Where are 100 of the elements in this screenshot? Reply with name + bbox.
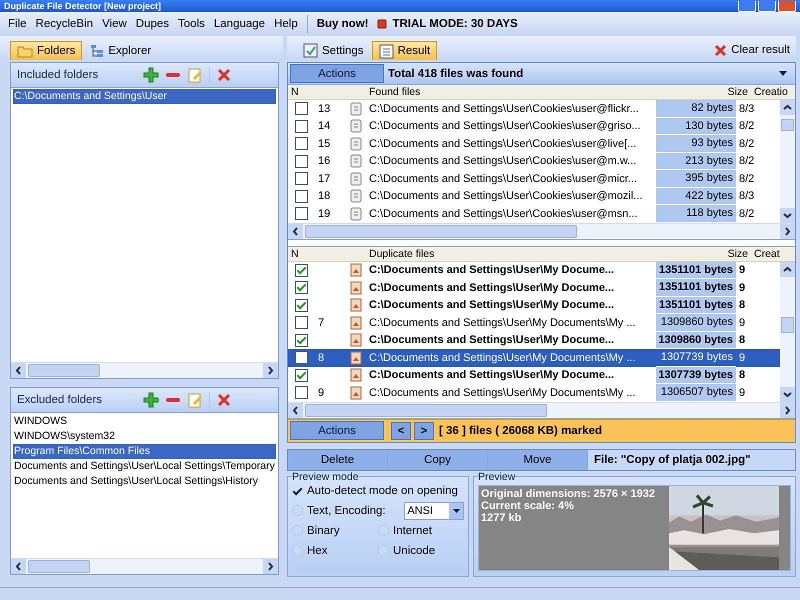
table-row[interactable]: C:\Documents and Settings\User\My Docume... 1307739 bytes 8 xyxy=(288,366,780,384)
clear-result-button[interactable]: Clear result xyxy=(708,40,796,60)
menu-item[interactable]: RecycleBin xyxy=(36,18,94,30)
checkbox[interactable] xyxy=(295,264,308,277)
vertical-scrollbar[interactable] xyxy=(780,100,795,222)
column-header[interactable]: Creat xyxy=(751,246,795,260)
scroll-right-button[interactable] xyxy=(780,224,795,238)
horizontal-scrollbar[interactable] xyxy=(11,362,278,378)
file-action-button[interactable]: Move xyxy=(488,450,588,470)
table-cell-text: C:\Documents and Settings\User\My Documents\My ... xyxy=(368,386,637,401)
table-row[interactable]: 8 C:\Documents and Settings\User\My Documents\My ... 1307739 bytes 9 xyxy=(288,349,780,366)
panel-title: Excluded folders xyxy=(17,394,102,406)
horizontal-scrollbar[interactable] xyxy=(11,558,278,574)
scroll-thumb[interactable] xyxy=(28,364,100,377)
encoding-select[interactable]: ANSI xyxy=(404,502,464,520)
image-file-icon xyxy=(350,350,362,365)
add-icon[interactable] xyxy=(143,67,159,83)
column-header[interactable]: Found files xyxy=(346,85,671,99)
table-row[interactable]: C:\Documents and Settings\User\My Docume... 1351101 bytes 8 xyxy=(288,296,780,314)
folder-item[interactable]: WINDOWS xyxy=(13,414,276,429)
dropdown-icon[interactable] xyxy=(779,71,787,76)
previous-button[interactable]: < xyxy=(391,422,411,440)
menu-item[interactable]: Language xyxy=(214,18,266,30)
minimize-button[interactable] xyxy=(738,0,756,12)
tab[interactable]: Explorer xyxy=(84,41,158,60)
next-button[interactable]: > xyxy=(414,422,434,440)
scroll-thumb[interactable] xyxy=(781,119,794,131)
radio-option[interactable]: Internet xyxy=(378,524,464,536)
file-action-button[interactable]: Delete xyxy=(288,450,388,470)
file-action-button[interactable]: Copy xyxy=(388,450,488,470)
folder-item[interactable]: C:\Documents and Settings\User xyxy=(13,89,276,104)
scroll-left-button[interactable] xyxy=(288,402,303,418)
actions-button[interactable]: Actions xyxy=(290,64,384,83)
horizontal-scrollbar[interactable] xyxy=(288,222,795,238)
checkbox[interactable] xyxy=(295,102,308,116)
scroll-thumb[interactable] xyxy=(28,560,90,573)
checkbox[interactable] xyxy=(295,351,308,364)
scroll-down-button[interactable] xyxy=(780,208,795,222)
folder-item[interactable]: Documents and Settings\User\Local Settings\History xyxy=(13,474,276,489)
checkbox[interactable] xyxy=(295,172,308,186)
checkbox[interactable] xyxy=(295,298,308,312)
delete-icon[interactable] xyxy=(216,67,232,83)
auto-detect-checkbox[interactable]: Auto-detect mode on opening xyxy=(292,484,464,496)
checkbox[interactable] xyxy=(295,316,308,330)
checkbox[interactable] xyxy=(295,386,308,400)
scroll-thumb[interactable] xyxy=(305,224,577,238)
column-header[interactable]: N xyxy=(288,246,346,260)
folder-item[interactable]: Program Files\Common Files xyxy=(13,444,276,459)
radio-option[interactable]: Hex xyxy=(292,544,378,556)
scroll-left-button[interactable] xyxy=(288,224,303,238)
menu-item[interactable]: Tools xyxy=(178,18,205,30)
column-header[interactable]: Size xyxy=(671,246,751,260)
buy-now-link[interactable]: Buy now! xyxy=(316,18,368,30)
scroll-thumb[interactable] xyxy=(305,404,547,416)
column-header[interactable]: Duplicate files xyxy=(346,246,671,260)
checkbox[interactable] xyxy=(295,120,308,133)
scroll-up-button[interactable] xyxy=(780,100,795,115)
radio-option[interactable]: Binary xyxy=(292,524,378,536)
file-dropdown[interactable]: File: "Copy of platja 002.jpg" xyxy=(588,450,795,470)
table-row[interactable]: C:\Documents and Settings\User\My Docume... 1351101 bytes 9 xyxy=(288,279,780,296)
checkbox[interactable] xyxy=(295,137,308,150)
delete-icon[interactable] xyxy=(216,392,232,408)
column-header[interactable]: Size xyxy=(671,85,751,99)
menu-item[interactable]: Help xyxy=(274,18,298,30)
scroll-right-button[interactable] xyxy=(263,363,278,378)
maximize-button[interactable] xyxy=(758,0,776,12)
folder-item[interactable]: Documents and Settings\User\Local Settings\Temporary xyxy=(13,459,276,474)
group-title: Preview xyxy=(478,470,516,482)
tab[interactable]: Folders xyxy=(10,41,82,60)
column-header[interactable]: Creatio xyxy=(751,85,795,99)
checkbox[interactable] xyxy=(295,368,308,382)
menu-item[interactable]: View xyxy=(102,18,127,30)
checkbox[interactable] xyxy=(295,154,308,168)
scroll-thumb[interactable] xyxy=(781,316,794,332)
scroll-right-button[interactable] xyxy=(780,402,795,418)
scroll-left-button[interactable] xyxy=(11,559,26,574)
tab[interactable]: Settings xyxy=(297,41,370,60)
actions-button[interactable]: Actions xyxy=(290,421,384,440)
vertical-scrollbar[interactable] xyxy=(780,262,795,402)
checkbox[interactable] xyxy=(295,190,308,203)
scroll-up-button[interactable] xyxy=(780,262,795,276)
scroll-down-button[interactable] xyxy=(780,386,795,402)
menu-item[interactable]: Dupes xyxy=(136,18,170,30)
horizontal-scrollbar[interactable] xyxy=(288,402,795,418)
radio-option[interactable]: Unicode xyxy=(378,544,464,556)
folder-item[interactable]: WINDOWS\system32 xyxy=(13,429,276,444)
column-header[interactable]: N xyxy=(288,85,346,99)
menu-item[interactable]: File xyxy=(8,18,27,30)
checkbox[interactable] xyxy=(295,334,308,347)
table-row[interactable]: C:\Documents and Settings\User\My Docume... 1351101 bytes 9 xyxy=(288,262,780,279)
close-button[interactable] xyxy=(778,0,796,12)
scroll-left-button[interactable] xyxy=(11,363,26,378)
tab[interactable]: Result xyxy=(372,41,438,60)
table-row[interactable]: 7 C:\Documents and Settings\User\My Documents\My ... 1309860 bytes 9 xyxy=(288,314,780,332)
checkbox[interactable] xyxy=(295,207,308,220)
scroll-right-button[interactable] xyxy=(263,559,278,574)
add-icon[interactable] xyxy=(143,392,159,408)
radio-option[interactable]: Text, Encoding: xyxy=(292,504,386,516)
checkbox[interactable] xyxy=(295,281,308,294)
document-icon xyxy=(350,189,362,204)
